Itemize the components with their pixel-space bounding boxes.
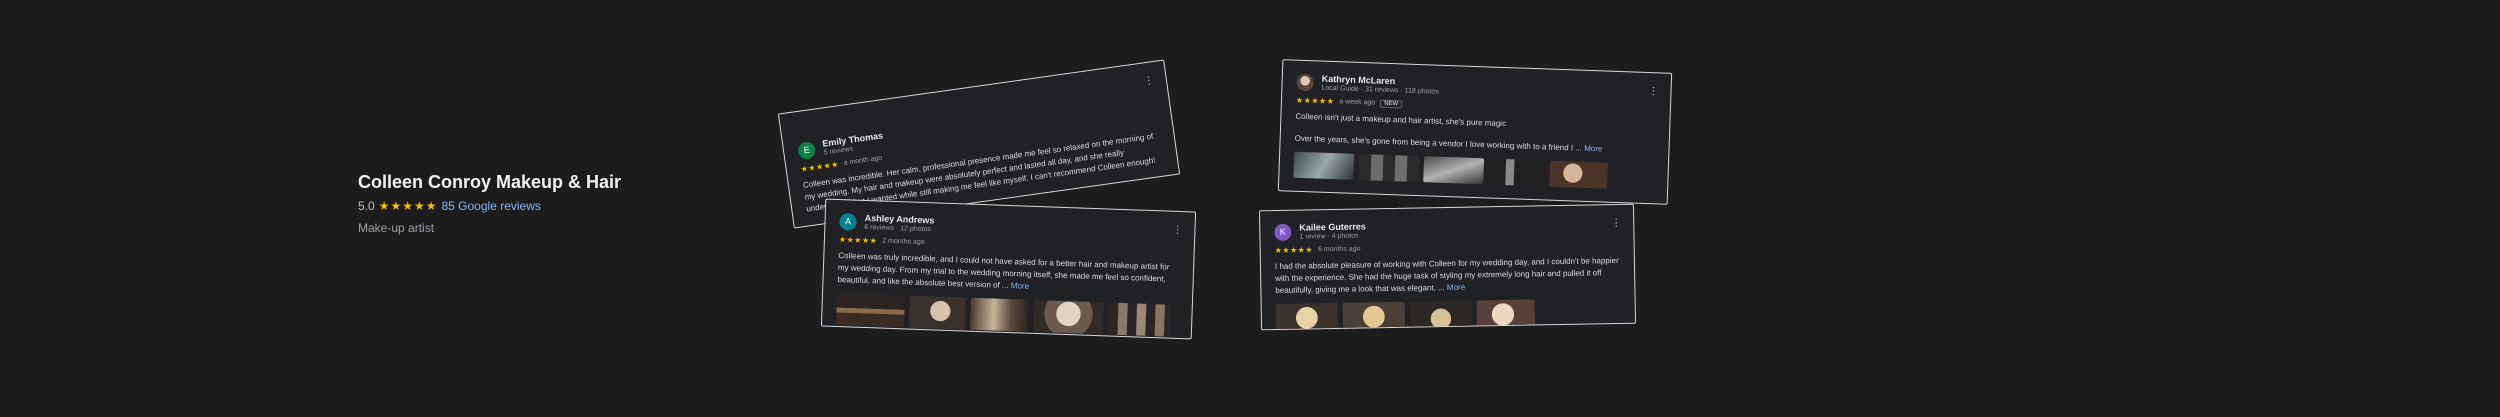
more-link[interactable]: More xyxy=(1584,144,1603,154)
review-date: 2 months ago xyxy=(882,237,925,247)
review-photo[interactable] xyxy=(908,295,966,330)
review-photos xyxy=(1275,298,1622,331)
review-card-kathryn: ⋮ Kathryn McLaren Local Guide · 31 revie… xyxy=(1277,59,1673,205)
avatar: A xyxy=(839,212,857,231)
avatar xyxy=(1296,73,1314,91)
more-options-icon[interactable]: ⋮ xyxy=(1611,218,1621,229)
reviewer-header: K Kailee Guterres 1 review · 4 photos xyxy=(1274,217,1619,241)
business-category: Make-up artist xyxy=(358,221,435,235)
review-date: a week ago xyxy=(1339,98,1376,107)
review-photo[interactable] xyxy=(1275,302,1339,331)
more-link[interactable]: More xyxy=(1011,281,1030,291)
google-reviews-link[interactable]: 85 Google reviews xyxy=(441,199,540,213)
more-link[interactable]: More xyxy=(1447,283,1465,292)
reviewer-name[interactable]: Kailee Guterres xyxy=(1299,221,1366,232)
more-options-icon[interactable]: ⋮ xyxy=(1648,86,1658,97)
reviewer-info: Kailee Guterres 1 review · 4 photos xyxy=(1299,221,1366,240)
reviewer-info: Kathryn McLaren Local Guide · 31 reviews… xyxy=(1321,74,1439,96)
review-date: a month ago xyxy=(843,154,883,167)
review-photo[interactable] xyxy=(1409,300,1473,331)
more-options-icon[interactable]: ⋮ xyxy=(1143,75,1154,87)
reviewer-meta: 6 reviews · 12 photos xyxy=(864,223,931,234)
review-text: I had the absolute pleasure of working w… xyxy=(1275,255,1621,297)
review-photo[interactable] xyxy=(1293,151,1355,180)
review-photos xyxy=(1293,151,1654,191)
review-rating: ★★★★★ 6 months ago xyxy=(1275,240,1620,255)
star-rating-icon: ★★★★★ xyxy=(1295,95,1335,107)
review-card-ashley: ⋮ A Ashley Andrews 6 reviews · 12 photos… xyxy=(820,198,1197,340)
reviewer-info: Emily Thomas 5 reviews xyxy=(822,130,885,156)
review-photo[interactable] xyxy=(969,297,1029,332)
star-rating-icon: ★★★★★ xyxy=(800,159,840,175)
star-rating-icon: ★★★★★ xyxy=(378,199,438,213)
review-text-body: Over the years, she's gone from being a … xyxy=(1294,133,1583,153)
review-photo[interactable] xyxy=(1032,299,1104,335)
review-photo[interactable] xyxy=(1488,158,1546,187)
rating-value: 5.0 xyxy=(358,199,375,213)
review-photo[interactable] xyxy=(1107,302,1171,337)
review-text-body: Colleen was truly incredible, and I coul… xyxy=(837,251,1170,291)
review-text: Colleen was truly incredible, and I coul… xyxy=(837,250,1179,298)
more-options-icon[interactable]: ⋮ xyxy=(1172,225,1182,236)
avatar: K xyxy=(1274,223,1292,241)
review-photo[interactable] xyxy=(1358,153,1420,183)
review-photo[interactable] xyxy=(1549,160,1609,189)
review-date: 6 months ago xyxy=(1317,245,1361,254)
review-card-kailee: ⋮ K Kailee Guterres 1 review · 4 photos … xyxy=(1258,203,1637,331)
star-rating-icon: ★★★★★ xyxy=(838,235,878,246)
review-photo[interactable] xyxy=(835,293,906,328)
business-summary: Colleen Conroy Makeup & Hair 5.0 ★★★★★ 8… xyxy=(358,172,621,235)
business-name: Colleen Conroy Makeup & Hair xyxy=(358,172,622,192)
review-photo[interactable] xyxy=(1342,301,1406,331)
reviewer-meta: 1 review · 4 photos xyxy=(1299,232,1359,241)
new-badge: NEW xyxy=(1379,99,1403,108)
avatar: E xyxy=(797,140,817,160)
review-photos xyxy=(835,293,1178,337)
review-photo[interactable] xyxy=(1476,299,1536,331)
reviewer-info: Ashley Andrews 6 reviews · 12 photos xyxy=(864,213,934,233)
business-rating: 5.0 ★★★★★ 85 Google reviews xyxy=(358,199,621,213)
star-rating-icon: ★★★★★ xyxy=(1274,245,1314,256)
review-photo[interactable] xyxy=(1423,156,1485,185)
